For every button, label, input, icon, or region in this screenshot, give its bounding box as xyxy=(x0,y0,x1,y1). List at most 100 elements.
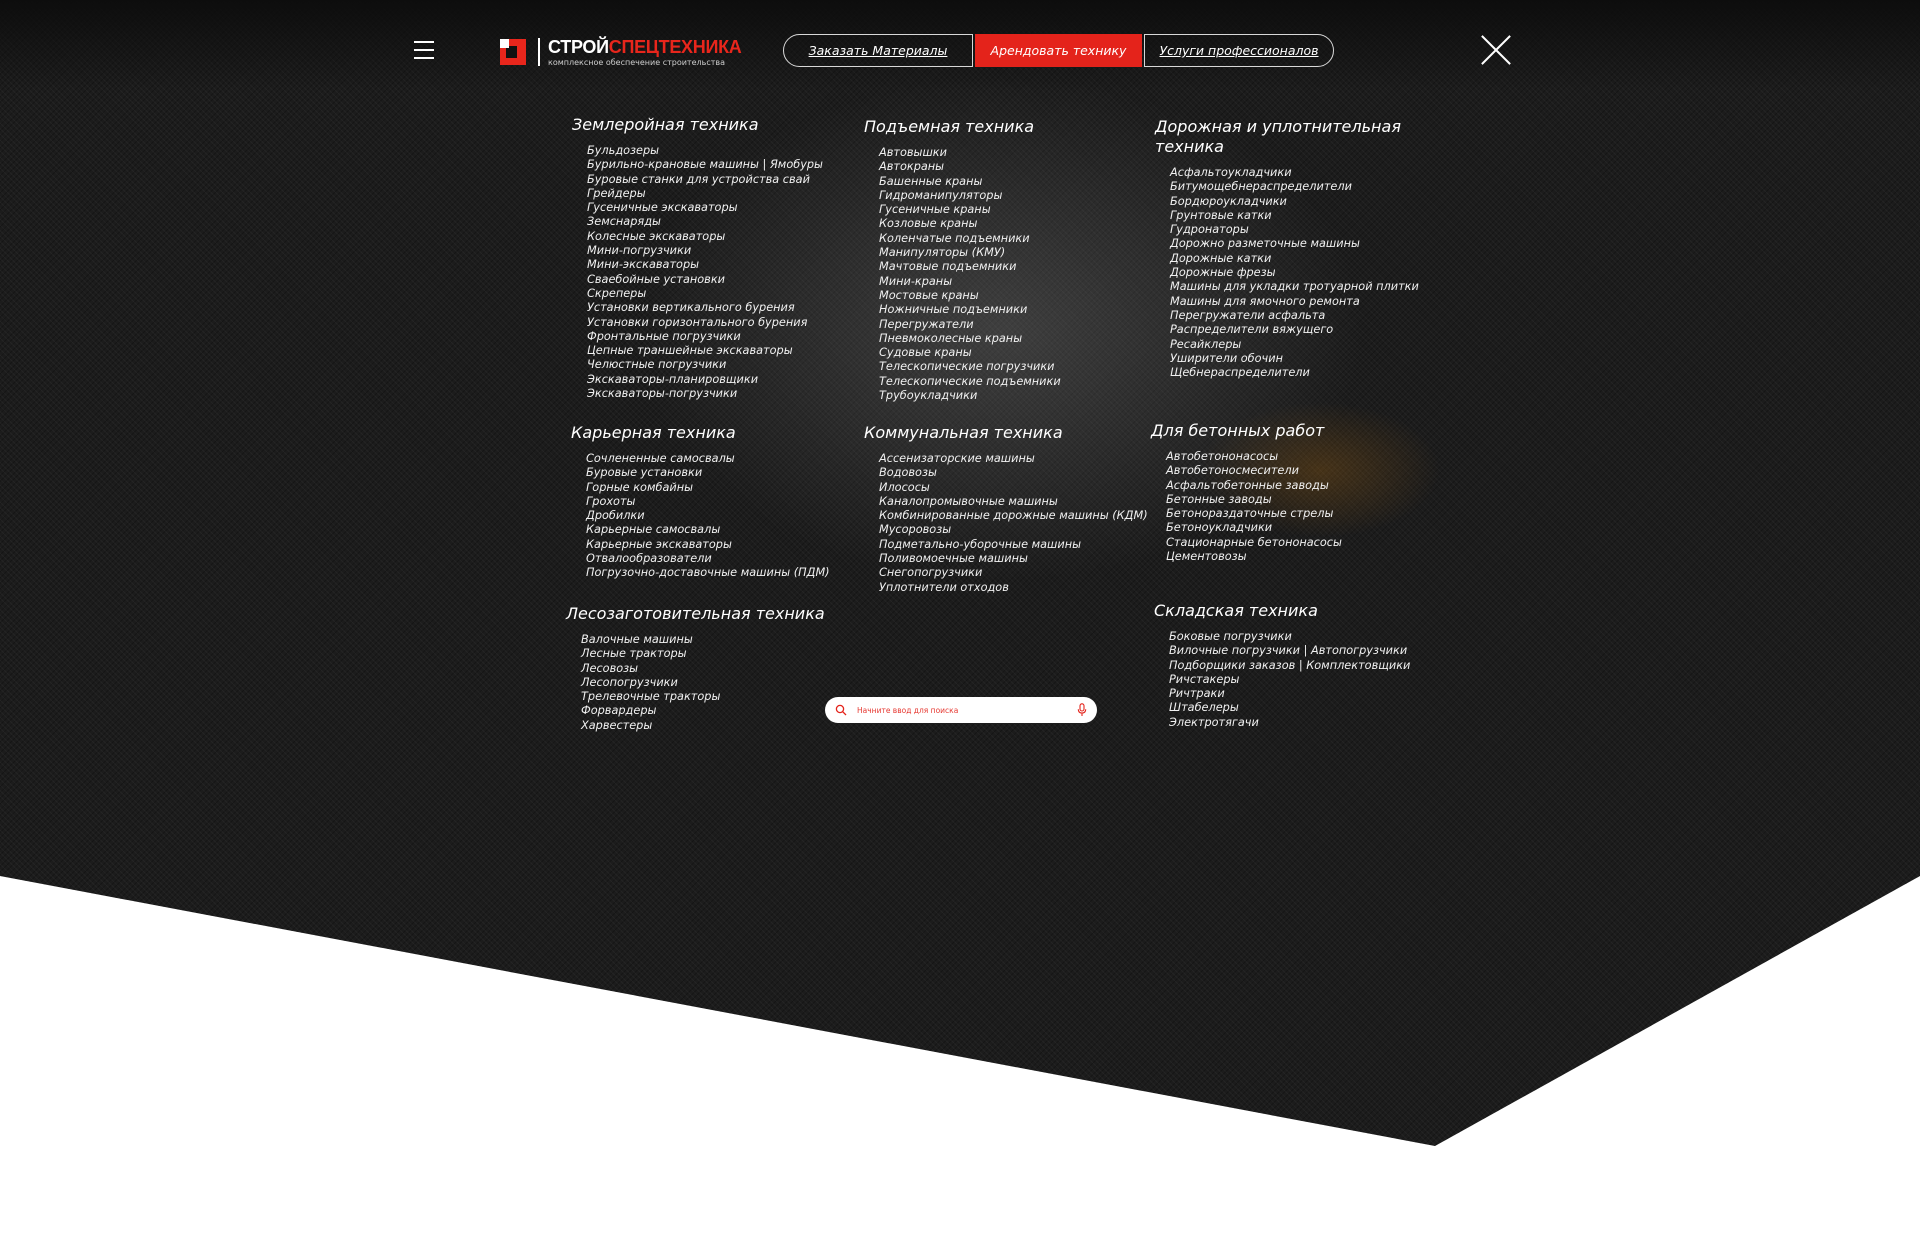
category-item[interactable]: Сваебойные установки xyxy=(587,273,823,287)
category-item[interactable]: Скреперы xyxy=(587,287,823,301)
category-item[interactable]: Валочные машины xyxy=(581,633,825,647)
category-item[interactable]: Автовышки xyxy=(879,146,1061,160)
category-item[interactable]: Щебнераспределители xyxy=(1170,366,1419,380)
logo[interactable]: СТРОЙСПЕЦТЕХНИКА комплексное обеспечение… xyxy=(500,36,742,68)
category-item[interactable]: Лесовозы xyxy=(581,662,825,676)
hamburger-menu-icon[interactable] xyxy=(414,41,434,59)
category-item[interactable]: Манипуляторы (КМУ) xyxy=(879,246,1061,260)
category-item[interactable]: Мачтовые подъемники xyxy=(879,260,1061,274)
category-item[interactable]: Гусеничные краны xyxy=(879,203,1061,217)
category-title[interactable]: Лесозаготовительная техника xyxy=(566,604,825,624)
category-item[interactable]: Ресайклеры xyxy=(1170,338,1419,352)
category-item[interactable]: Подметально-уборочные машины xyxy=(879,538,1148,552)
category-item[interactable]: Водовозы xyxy=(879,466,1148,480)
category-item[interactable]: Штабелеры xyxy=(1169,701,1410,715)
category-item[interactable]: Башенные краны xyxy=(879,175,1061,189)
category-item[interactable]: Лесопогрузчики xyxy=(581,676,825,690)
category-item[interactable]: Комбинированные дорожные машины (КДМ) xyxy=(879,509,1148,523)
category-item[interactable]: Козловые краны xyxy=(879,217,1061,231)
search-input[interactable] xyxy=(855,704,1077,716)
category-item[interactable]: Трубоукладчики xyxy=(879,389,1061,403)
nav-order-materials[interactable]: Заказать Материалы xyxy=(783,34,973,67)
category-item[interactable]: Бурильно-крановые машины | Ямобуры xyxy=(587,158,823,172)
category-item[interactable]: Бетонораздаточные стрелы xyxy=(1166,507,1342,521)
category-item[interactable]: Судовые краны xyxy=(879,346,1061,360)
category-item[interactable]: Поливомоечные машины xyxy=(879,552,1148,566)
category-item[interactable]: Дорожные фрезы xyxy=(1170,266,1419,280)
category-title[interactable]: Складская техника xyxy=(1154,601,1410,621)
category-item[interactable]: Автобетононасосы xyxy=(1166,450,1342,464)
category-item[interactable]: Ассенизаторские машины xyxy=(879,452,1148,466)
category-item[interactable]: Цементовозы xyxy=(1166,550,1342,564)
category-title[interactable]: Подъемная техника xyxy=(864,117,1061,137)
category-item[interactable]: Битумощебнераспределители xyxy=(1170,180,1419,194)
category-item[interactable]: Автокраны xyxy=(879,160,1061,174)
category-item[interactable]: Распределители вяжущего xyxy=(1170,323,1419,337)
close-icon[interactable] xyxy=(1480,34,1512,66)
category-item[interactable]: Гудронаторы xyxy=(1170,223,1419,237)
category-item[interactable]: Грейдеры xyxy=(587,187,823,201)
category-item[interactable]: Харвестеры xyxy=(581,719,825,733)
category-item[interactable]: Стационарные бетононасосы xyxy=(1166,536,1342,550)
category-item[interactable]: Мини-краны xyxy=(879,275,1061,289)
category-item[interactable]: Экскаваторы-планировщики xyxy=(587,373,823,387)
category-item[interactable]: Установки горизонтального бурения xyxy=(587,316,823,330)
category-item[interactable]: Автобетоносмесители xyxy=(1166,464,1342,478)
category-title[interactable]: Коммунальная техника xyxy=(864,423,1148,443)
category-item[interactable]: Ричтраки xyxy=(1169,687,1410,701)
category-item[interactable]: Уплотнители отходов xyxy=(879,581,1148,595)
category-title[interactable]: Для бетонных работ xyxy=(1151,421,1342,441)
category-item[interactable]: Снегопогрузчики xyxy=(879,566,1148,580)
category-item[interactable]: Отвалообразователи xyxy=(586,552,830,566)
category-item[interactable]: Бетоноукладчики xyxy=(1166,521,1342,535)
category-item[interactable]: Погрузочно-доставочные машины (ПДМ) xyxy=(586,566,830,580)
category-item[interactable]: Мостовые краны xyxy=(879,289,1061,303)
category-item[interactable]: Асфальтоукладчики xyxy=(1170,166,1419,180)
category-item[interactable]: Бетонные заводы xyxy=(1166,493,1342,507)
category-item[interactable]: Дорожные катки xyxy=(1170,252,1419,266)
category-item[interactable]: Буровые станки для устройства свай xyxy=(587,173,823,187)
category-item[interactable]: Бордюроукладчики xyxy=(1170,195,1419,209)
category-item[interactable]: Экскаваторы-погрузчики xyxy=(587,387,823,401)
category-item[interactable]: Уширители обочин xyxy=(1170,352,1419,366)
category-item[interactable]: Мусоровозы xyxy=(879,523,1148,537)
category-item[interactable]: Подборщики заказов | Комплектовщики xyxy=(1169,659,1410,673)
category-title[interactable]: Землеройная техника xyxy=(572,115,823,135)
category-item[interactable]: Телескопические погрузчики xyxy=(879,360,1061,374)
category-item[interactable]: Карьерные самосвалы xyxy=(586,523,830,537)
category-item[interactable]: Машины для укладки тротуарной плитки xyxy=(1170,280,1419,294)
category-item[interactable]: Грохоты xyxy=(586,495,830,509)
category-item[interactable]: Телескопические подъемники xyxy=(879,375,1061,389)
category-title[interactable]: Карьерная техника xyxy=(571,423,830,443)
category-item[interactable]: Дорожно разметочные машины xyxy=(1170,237,1419,251)
category-item[interactable]: Машины для ямочного ремонта xyxy=(1170,295,1419,309)
category-title[interactable]: Дорожная и уплотнительная техника xyxy=(1155,117,1415,157)
category-item[interactable]: Ричстакеры xyxy=(1169,673,1410,687)
category-item[interactable]: Грунтовые катки xyxy=(1170,209,1419,223)
category-item[interactable]: Установки вертикального бурения xyxy=(587,301,823,315)
category-item[interactable]: Карьерные экскаваторы xyxy=(586,538,830,552)
category-item[interactable]: Коленчатые подъемники xyxy=(879,232,1061,246)
category-item[interactable]: Илососы xyxy=(879,481,1148,495)
nav-professional-services[interactable]: Услуги профессионалов xyxy=(1144,34,1334,67)
nav-rent-equipment[interactable]: Арендовать технику xyxy=(975,34,1142,67)
category-item[interactable]: Мини-погрузчики xyxy=(587,244,823,258)
category-item[interactable]: Боковые погрузчики xyxy=(1169,630,1410,644)
category-item[interactable]: Форвардеры xyxy=(581,704,825,718)
category-item[interactable]: Электротягачи xyxy=(1169,716,1410,730)
category-item[interactable]: Земснаряды xyxy=(587,215,823,229)
category-item[interactable]: Перегружатели асфальта xyxy=(1170,309,1419,323)
category-item[interactable]: Сочлененные самосвалы xyxy=(586,452,830,466)
category-item[interactable]: Цепные траншейные экскаваторы xyxy=(587,344,823,358)
category-item[interactable]: Фронтальные погрузчики xyxy=(587,330,823,344)
category-item[interactable]: Мини-экскаваторы xyxy=(587,258,823,272)
category-item[interactable]: Лесные тракторы xyxy=(581,647,825,661)
category-item[interactable]: Асфальтобетонные заводы xyxy=(1166,479,1342,493)
category-item[interactable]: Перегружатели xyxy=(879,318,1061,332)
category-item[interactable]: Дробилки xyxy=(586,509,830,523)
category-item[interactable]: Пневмоколесные краны xyxy=(879,332,1061,346)
microphone-icon[interactable] xyxy=(1077,703,1087,717)
category-item[interactable]: Горные комбайны xyxy=(586,481,830,495)
search-icon[interactable] xyxy=(835,704,847,716)
category-item[interactable]: Вилочные погрузчики | Автопогрузчики xyxy=(1169,644,1410,658)
